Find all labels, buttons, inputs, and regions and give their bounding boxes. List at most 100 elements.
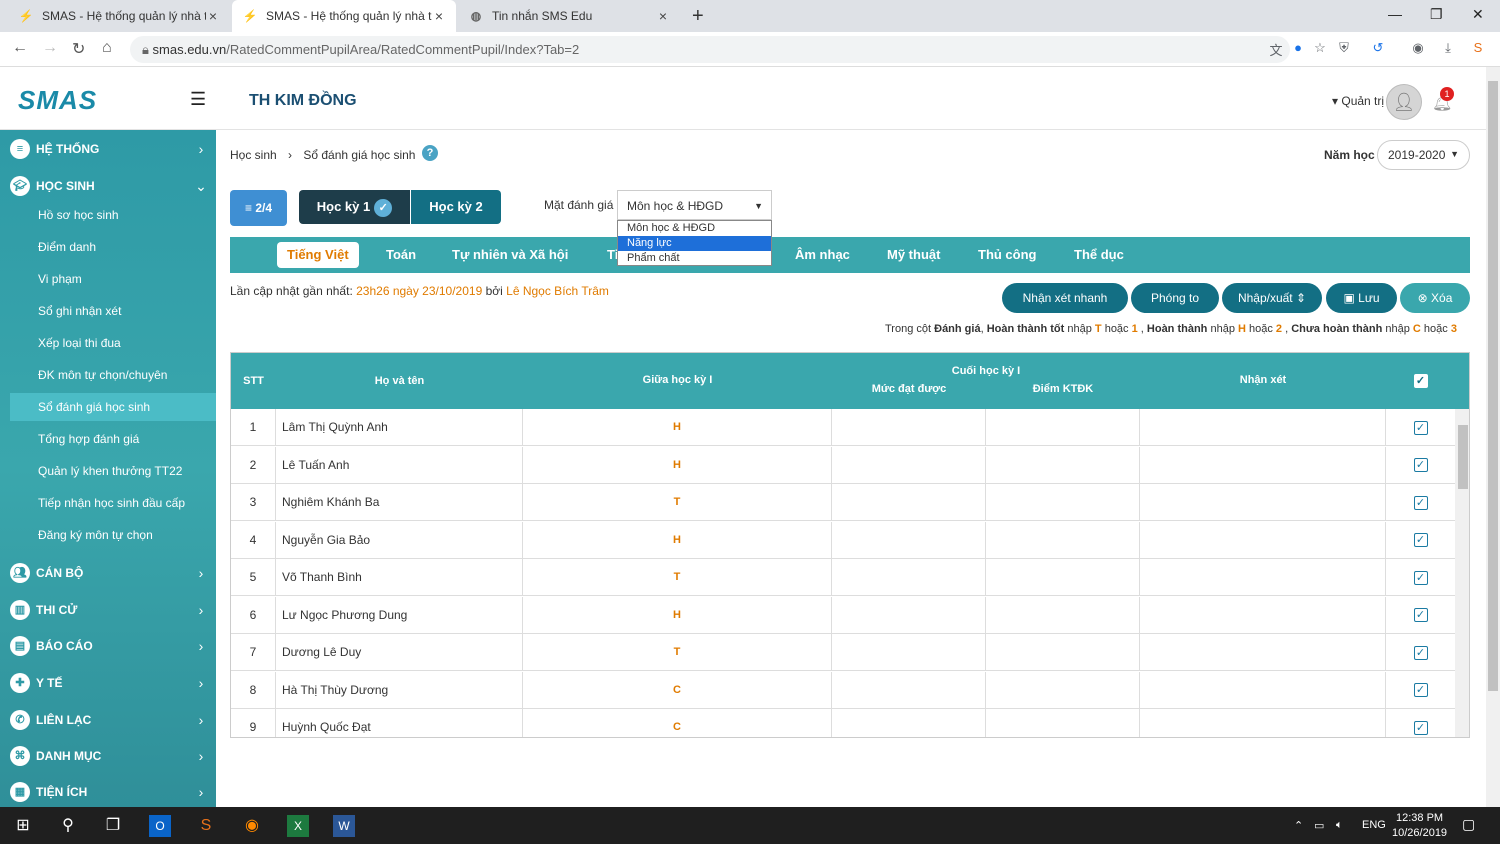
download-icon[interactable]: ⤓	[1440, 40, 1456, 56]
scrollbar-thumb[interactable]	[1458, 425, 1468, 489]
sidebar-section-system[interactable]: ≡ HỆ THỐNG ›	[0, 132, 216, 166]
cell-level[interactable]	[832, 634, 986, 671]
close-tab-icon[interactable]: ×	[432, 8, 446, 24]
year-select[interactable]: 2019-2020 ▼	[1377, 140, 1470, 170]
cell-midterm[interactable]: C	[523, 709, 832, 737]
zoom-button[interactable]: Phóng to	[1131, 283, 1219, 313]
avatar[interactable]: 👤︎	[1386, 84, 1422, 120]
sidebar-item[interactable]: Quản lý khen thưởng TT22	[0, 457, 216, 485]
table-scrollbar[interactable]	[1455, 409, 1469, 737]
cell-level[interactable]	[832, 671, 986, 709]
subject-tab[interactable]: Tự nhiên và Xã hội	[452, 237, 568, 273]
cell-comment[interactable]	[1140, 709, 1386, 737]
smas-app-icon[interactable]: S	[195, 815, 217, 837]
translate-icon[interactable]: 文	[1268, 40, 1284, 58]
home-icon[interactable]: ⌂	[102, 39, 112, 57]
cell-comment[interactable]	[1140, 409, 1386, 446]
profile-icon[interactable]: ◉	[1410, 40, 1426, 56]
cell-score[interactable]	[986, 446, 1140, 484]
import-export-button[interactable]: Nhập/xuất ⇕	[1222, 283, 1322, 313]
browser-tab[interactable]: ◍ Tin nhắn SMS Edu ×	[458, 0, 680, 32]
cell-comment[interactable]	[1140, 596, 1386, 634]
browser-tab[interactable]: ⚡ SMAS - Hệ thống quản lý nhà trư ×	[8, 0, 230, 32]
row-checkbox[interactable]: ✓	[1386, 447, 1455, 484]
cell-comment[interactable]	[1140, 671, 1386, 709]
restore-icon[interactable]: ❐	[1430, 6, 1443, 23]
dropdown-option[interactable]: Môn học & HĐGD	[618, 221, 771, 236]
cell-midterm[interactable]: H	[523, 521, 832, 559]
sidebar-section-health[interactable]: ✚ Y TẾ ›	[0, 666, 216, 700]
firefox-icon[interactable]: ◉	[241, 815, 263, 837]
sidebar-item[interactable]: Vi phạm	[0, 265, 216, 293]
cell-level[interactable]	[832, 446, 986, 484]
smas-extension-icon[interactable]: S	[1470, 40, 1486, 56]
shield-icon[interactable]: ⛨	[1336, 40, 1352, 56]
browser-tab-active[interactable]: ⚡ SMAS - Hệ thống quản lý nhà trư ×	[232, 0, 456, 32]
cell-level[interactable]	[832, 521, 986, 559]
extension-icon[interactable]: ●	[1290, 40, 1306, 56]
sidebar-item[interactable]: Tiếp nhận học sinh đầu cấp	[0, 489, 216, 517]
term1-tab[interactable]: Học kỳ 1 ✓	[299, 190, 410, 224]
sync-icon[interactable]: ↺	[1370, 40, 1386, 56]
help-icon[interactable]: ?	[422, 145, 438, 161]
sidebar-section-catalog[interactable]: ⌘ DANH MỤC ›	[0, 739, 216, 773]
sidebar-section-staff[interactable]: 👥︎ CÁN BỘ ›	[0, 556, 216, 590]
forward-icon[interactable]: →	[42, 39, 58, 57]
sidebar-item-selected[interactable]: Sổ đánh giá học sinh	[10, 393, 216, 421]
notifications-icon[interactable]: ▢	[1462, 816, 1475, 833]
row-checkbox[interactable]: ✓	[1386, 709, 1455, 737]
cell-level[interactable]	[832, 709, 986, 737]
reload-icon[interactable]: ↻	[72, 39, 85, 59]
task-view-icon[interactable]: ❐	[102, 815, 124, 837]
close-tab-icon[interactable]: ×	[206, 8, 220, 24]
cell-comment[interactable]	[1140, 484, 1386, 521]
sidebar-section-students[interactable]: 🎓︎ HỌC SINH ⌄	[0, 169, 216, 203]
subject-tab-active[interactable]: Tiếng Việt	[277, 242, 359, 268]
cell-midterm[interactable]: T	[523, 484, 832, 521]
aspect-select[interactable]: Môn học & HĐGD ▼	[617, 190, 772, 220]
excel-icon[interactable]: X	[287, 815, 309, 837]
cell-midterm[interactable]: H	[523, 446, 832, 484]
cell-score[interactable]	[986, 709, 1140, 737]
cell-midterm[interactable]: H	[523, 409, 832, 446]
sidebar-item[interactable]: Đăng ký môn tự chọn	[0, 521, 216, 549]
cell-level[interactable]	[832, 596, 986, 634]
quick-comment-button[interactable]: Nhận xét nhanh	[1002, 283, 1128, 313]
outlook-icon[interactable]: O	[149, 815, 171, 837]
cell-score[interactable]	[986, 484, 1140, 521]
sidebar-section-reports[interactable]: ▤ BÁO CÁO ›	[0, 629, 216, 663]
cell-comment[interactable]	[1140, 559, 1386, 596]
cell-score[interactable]	[986, 521, 1140, 559]
row-checkbox[interactable]: ✓	[1386, 559, 1455, 596]
subject-tab[interactable]: Toán	[386, 237, 416, 273]
scrollbar-thumb[interactable]	[1488, 81, 1498, 691]
breadcrumb-item[interactable]: Học sinh	[230, 148, 277, 162]
cell-score[interactable]	[986, 596, 1140, 634]
row-checkbox[interactable]: ✓	[1386, 409, 1455, 446]
bookmark-star-icon[interactable]: ☆	[1312, 40, 1328, 56]
cell-midterm[interactable]: T	[523, 634, 832, 671]
page-scrollbar[interactable]	[1486, 67, 1500, 807]
cell-score[interactable]	[986, 559, 1140, 596]
tray-chevron-icon[interactable]: ⌃	[1294, 819, 1303, 832]
subject-tab[interactable]: Mỹ thuật	[887, 237, 940, 273]
row-checkbox[interactable]: ✓	[1386, 672, 1455, 709]
cell-level[interactable]	[832, 484, 986, 521]
taskbar-clock[interactable]: 12:38 PM 10/26/2019	[1392, 811, 1447, 841]
minimize-icon[interactable]: —	[1388, 6, 1402, 22]
language-indicator[interactable]: ENG	[1362, 819, 1386, 831]
sidebar-item[interactable]: ĐK môn tự chọn/chuyên	[0, 361, 216, 389]
hamburger-menu-icon[interactable]: ☰	[190, 89, 206, 110]
sidebar-item[interactable]: Sổ ghi nhận xét	[0, 297, 216, 325]
cell-score[interactable]	[986, 634, 1140, 671]
save-button[interactable]: ▣ Lưu	[1326, 283, 1397, 313]
page-indicator-button[interactable]: ≡ 2/4	[230, 190, 287, 226]
windows-start-icon[interactable]: ⊞	[12, 815, 34, 837]
admin-menu[interactable]: ▾ Quản trị	[1332, 94, 1384, 108]
sidebar-section-contact[interactable]: ✆ LIÊN LẠC ›	[0, 703, 216, 737]
word-icon[interactable]: W	[333, 815, 355, 837]
cell-level[interactable]	[832, 409, 986, 446]
row-checkbox[interactable]: ✓	[1386, 597, 1455, 634]
bell-icon[interactable]: 🔔︎ 1	[1432, 87, 1454, 113]
cell-comment[interactable]	[1140, 634, 1386, 671]
